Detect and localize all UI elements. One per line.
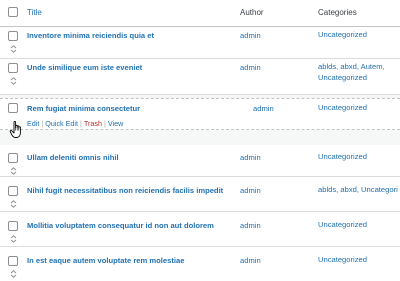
author-column-header: Author [240, 8, 264, 17]
table-row: Ullam deleniti omnis nihil admin Uncateg… [0, 145, 400, 177]
quick-edit-link[interactable]: Quick Edit [45, 119, 78, 128]
category-link[interactable]: ablds, abxd, Autem, [318, 61, 385, 72]
row-checkbox[interactable] [8, 63, 18, 73]
table-row: Nihil fugit necessitatibus non reiciendi… [0, 177, 400, 212]
post-title-link[interactable]: Unde similique eum iste eveniet [27, 63, 142, 72]
categories-column-header: Categories [318, 8, 357, 17]
table-row: Mollitia voluptatem consequatur id non a… [0, 212, 400, 247]
trash-link[interactable]: Trash [84, 119, 102, 128]
separator: | [41, 119, 44, 128]
post-title-link[interactable]: Mollitia voluptatem consequatur id non a… [27, 221, 214, 230]
row-checkbox[interactable] [8, 221, 18, 231]
posts-table: Title Author Categories Inventore minima… [0, 0, 400, 281]
select-all-checkbox[interactable] [8, 7, 18, 17]
separator: | [104, 119, 106, 128]
grab-cursor-icon [9, 119, 27, 141]
separator: | [80, 119, 82, 128]
table-row: Inventore minima reiciendis quia et admi… [0, 27, 400, 59]
view-link[interactable]: View [108, 119, 123, 128]
category-link[interactable]: Uncategorized [318, 102, 367, 113]
row-checkbox[interactable] [8, 256, 18, 266]
drag-handle-icon[interactable] [10, 200, 17, 208]
post-title-link[interactable]: Ullam deleniti omnis nihil [27, 153, 119, 162]
drag-gap [0, 130, 400, 145]
row-actions: Edit | Quick Edit | Trash | View [27, 119, 123, 128]
category-link[interactable]: Uncategorized [318, 72, 367, 83]
category-link[interactable]: Uncategorized [318, 151, 367, 162]
drag-handle-icon[interactable] [10, 167, 17, 175]
row-checkbox[interactable] [8, 186, 18, 196]
author-link[interactable]: admin [253, 104, 274, 113]
drag-handle-icon[interactable] [10, 45, 17, 53]
category-link[interactable]: Uncategorized [318, 254, 367, 265]
post-title-link[interactable]: Nihil fugit necessitatibus non reiciendi… [27, 186, 223, 195]
drag-handle-icon[interactable] [10, 77, 17, 85]
row-checkbox[interactable] [8, 153, 18, 163]
row-checkbox[interactable] [8, 103, 18, 113]
table-row: Unde similique eum iste eveniet admin ab… [0, 59, 400, 95]
category-link[interactable]: Uncategorized [318, 219, 367, 230]
post-title-link[interactable]: Inventore minima reiciendis quia et [27, 31, 154, 40]
title-column-header[interactable]: Title [27, 8, 42, 17]
post-title-link[interactable]: Rem fugiat minima consectetur [27, 104, 140, 113]
category-link[interactable]: Uncategorized [318, 29, 367, 40]
author-link[interactable]: admin [240, 31, 261, 40]
author-link[interactable]: admin [240, 221, 261, 230]
author-link[interactable]: admin [240, 63, 261, 72]
drag-handle-icon[interactable] [10, 235, 17, 243]
author-link[interactable]: admin [240, 153, 261, 162]
edit-link[interactable]: Edit [27, 119, 39, 128]
row-checkbox[interactable] [8, 31, 18, 41]
post-title-link[interactable]: In est eaque autem voluptate rem molesti… [27, 256, 184, 265]
category-link[interactable]: ablds, abxd, Uncategori [318, 184, 398, 195]
table-header: Title Author Categories [0, 0, 400, 27]
table-row: In est eaque autem voluptate rem molesti… [0, 247, 400, 281]
table-row-dragging[interactable]: Rem fugiat minima consectetur admin Unca… [0, 98, 400, 130]
drag-handle-icon[interactable] [10, 270, 17, 278]
author-link[interactable]: admin [240, 256, 261, 265]
author-link[interactable]: admin [240, 186, 261, 195]
